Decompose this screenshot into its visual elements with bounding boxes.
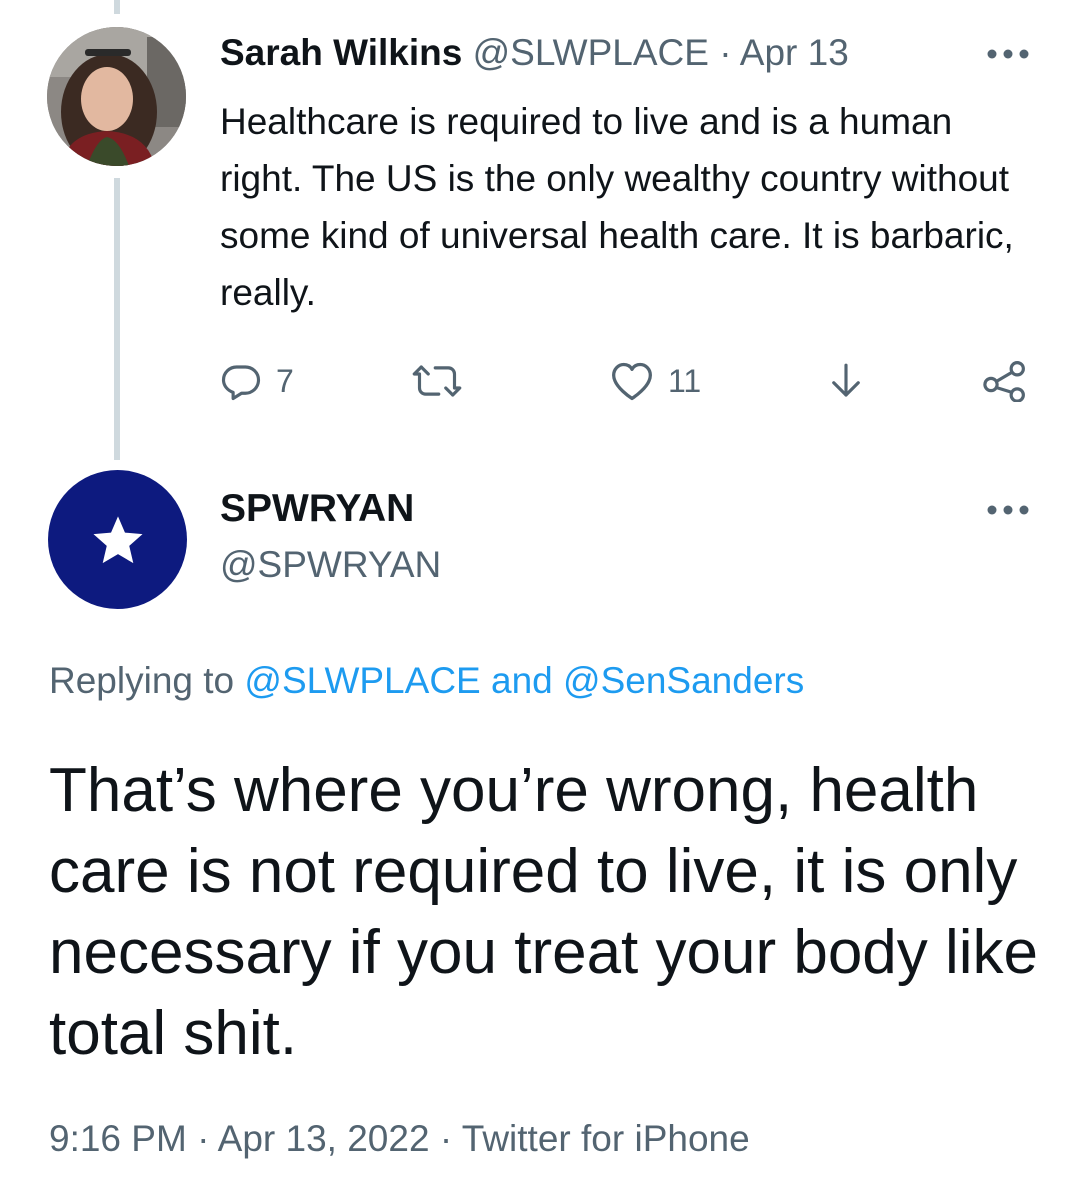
reply-mention-and[interactable]: and [491,660,553,701]
reply-button[interactable]: 7 [220,360,294,402]
reply-count: 7 [276,362,294,399]
tweet-date[interactable]: Apr 13 [740,32,849,73]
share-down-button[interactable] [826,360,866,402]
separator: · [197,1118,210,1159]
share-nodes-icon [983,361,1025,402]
author-handle[interactable]: @SLWPLACE [473,32,709,73]
reply-icon [221,365,261,401]
author-handle[interactable]: @SPWRYAN [220,544,441,586]
retweet-button[interactable] [412,360,462,402]
heart-icon [612,362,652,401]
reply-mention-sensanders[interactable]: @SenSanders [563,660,804,701]
author-name[interactable]: SPWRYAN [220,487,414,531]
tweet-metadata: 9:16 PM · Apr 13, 2022 · Twitter for iPh… [49,1118,750,1160]
more-horizontal-icon[interactable] [984,44,1032,64]
tweet2-text: That’s where you’re wrong, health care i… [49,756,1039,1068]
like-count: 11 [668,362,702,399]
avatar-sarah-wilkins[interactable] [47,27,186,166]
separator: · [439,1118,453,1159]
author-name[interactable]: Sarah Wilkins [220,32,462,73]
tweet1-text: Healthcare is required to live and is a … [220,101,1014,313]
tweet-date[interactable]: Apr 13, 2022 [218,1118,430,1159]
like-button[interactable]: 11 [610,360,701,402]
star-icon [92,515,143,563]
avatar-spwryan[interactable] [48,470,187,609]
more-horizontal-icon[interactable] [984,500,1032,520]
replying-prefix: Replying to [49,660,235,701]
replying-to: Replying to @SLWPLACE and @SenSanders [49,660,804,702]
thread-line [114,178,120,460]
tweet-time[interactable]: 9:16 PM [49,1118,187,1159]
profile-photo-icon [47,27,186,166]
share-arrow-down-icon [832,363,860,397]
share-button[interactable] [982,360,1028,402]
tweet-source[interactable]: Twitter for iPhone [462,1118,750,1159]
tweet1-header: Sarah Wilkins @SLWPLACE · Apr 13 [220,32,849,74]
retweet-icon [412,365,462,397]
reply-mention-slwplace[interactable]: @SLWPLACE [244,660,480,701]
separator: · [719,32,732,73]
thread-line-top [114,0,120,14]
